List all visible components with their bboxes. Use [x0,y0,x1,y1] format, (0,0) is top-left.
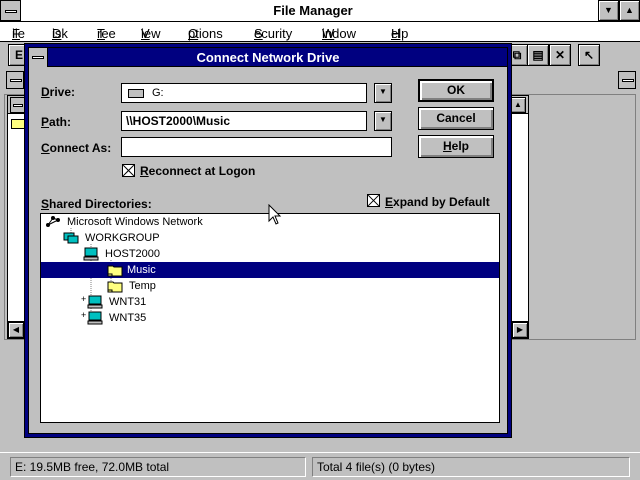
connect-network-drive-dialog: Connect Network Drive Drive: G: ▼ Path: … [24,43,512,438]
dialog-title-bar: Connect Network Drive [29,48,507,67]
scroll-left-icon[interactable]: ◀ [8,322,24,338]
reconnect-label[interactable]: Reconnect at Logon [140,164,255,178]
computer-icon [83,247,99,261]
shared-directories-tree[interactable]: + + Microsoft Windows Network WORKGROUP [40,213,500,423]
drive-dropdown-arrow-icon[interactable]: ▼ [374,83,392,103]
maximize-button[interactable]: ▲ [619,0,640,21]
connect-as-label: Connect As: [41,141,112,155]
computer-icon [87,295,103,309]
dialog-title: Connect Network Drive [196,50,340,65]
menu-bar: File Disk Tree View Options Security Win… [0,22,640,42]
path-dropdown-arrow-icon[interactable]: ▼ [374,111,392,131]
connect-as-input[interactable] [121,137,392,157]
shared-folder-icon [107,265,123,277]
app-title: File Manager [273,3,353,18]
reconnect-checkbox[interactable] [122,164,135,177]
status-bar: E: 19.5MB free, 72.0MB total Total 4 fil… [0,452,640,480]
expand-by-default-checkbox[interactable] [367,194,380,207]
network-icon [46,216,60,227]
svg-text:+: + [81,294,86,304]
drive-label: Drive: [41,85,76,99]
delete-icon[interactable]: ✕ [549,44,571,66]
computer-icon [87,311,103,325]
help-button[interactable]: Help [418,135,494,158]
mouse-pointer-icon [268,204,282,225]
system-menu-button[interactable] [0,0,21,21]
main-title-bar: File Manager ▼ ▲ [0,0,640,22]
workgroup-icon [63,232,79,244]
minimize-button[interactable]: ▼ [598,0,619,21]
path-label: Path: [41,115,72,129]
shared-folder-icon [107,281,123,293]
expand-by-default-label[interactable]: Expand by Default [385,195,490,209]
status-file-count: Total 4 file(s) (0 bytes) [312,457,630,477]
directory-window-scroll-up-icon[interactable]: ▲ [510,97,526,113]
drive-bar-handle-right [618,71,636,89]
cancel-button[interactable]: Cancel [418,107,494,130]
folder-icon [11,119,25,129]
drive-combo[interactable]: G: [121,83,367,103]
paste-icon[interactable]: ▤ [527,44,549,66]
status-disk-space: E: 19.5MB free, 72.0MB total [10,457,306,477]
path-input[interactable]: \\HOST2000\Music [121,111,367,131]
tree-node-music[interactable]: Music [41,262,499,278]
svg-text:+: + [81,310,86,320]
shared-directories-label: Shared Directories: [41,197,152,211]
ok-button[interactable]: OK [418,79,494,102]
help-pointer-icon[interactable]: ↖ [578,44,600,66]
drive-value: G: [152,87,164,99]
network-drive-icon [128,88,144,98]
drive-bar-handle [6,71,24,89]
scroll-right-icon[interactable]: ▶ [512,322,528,338]
dialog-system-menu-button[interactable] [29,48,48,67]
